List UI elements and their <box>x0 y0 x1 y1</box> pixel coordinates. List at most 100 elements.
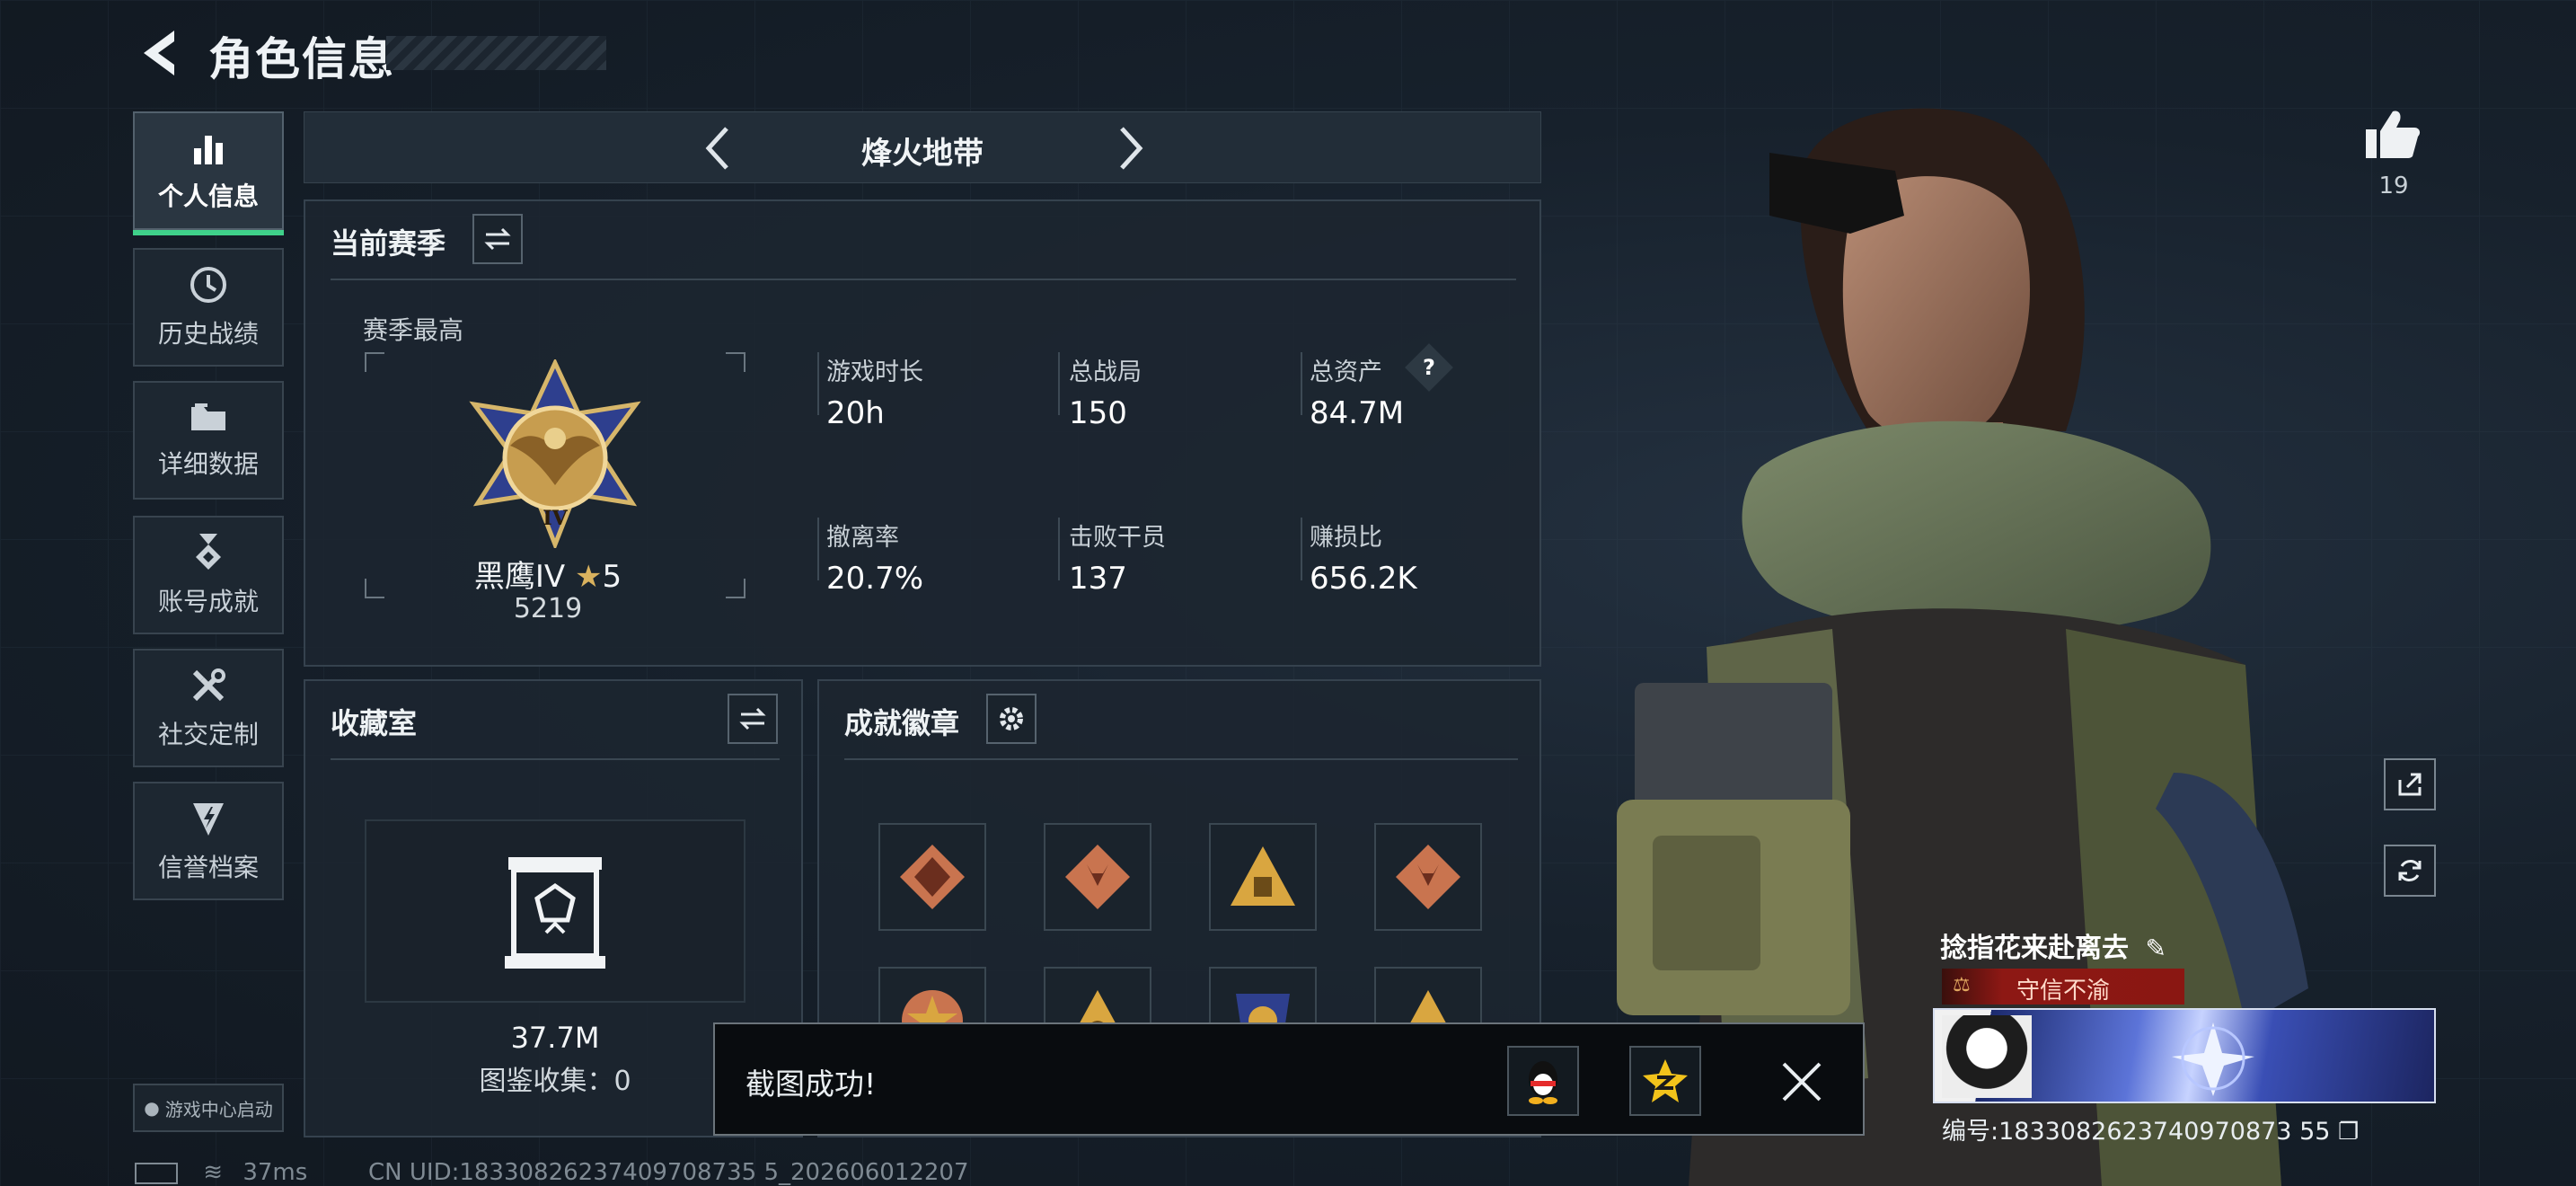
sidebar-item-social[interactable]: 社交定制 <box>133 649 284 767</box>
stat-value: 84.7M <box>1310 395 1405 431</box>
wifi-icon: ≋ <box>203 1159 224 1186</box>
rank-display: 黑鹰IV ★5 <box>341 552 754 596</box>
swap-arrows-icon <box>739 707 766 730</box>
reputation-shield-icon <box>193 803 224 836</box>
like-count: 19 <box>2378 173 2409 199</box>
screenshot-toast: 截图成功! <box>713 1022 1865 1136</box>
player-name-text: 捻指花来赴离去 <box>1940 933 2129 964</box>
history-clock-icon <box>190 267 226 303</box>
share-qq-button[interactable] <box>1507 1046 1579 1116</box>
star-icon: ★ <box>574 559 603 595</box>
stat-value: 137 <box>1069 561 1127 597</box>
edit-pencil-icon[interactable]: ✎ <box>2145 934 2166 963</box>
battery-icon <box>135 1162 178 1184</box>
catalog-count: 0 <box>613 1066 631 1097</box>
share-qzone-button[interactable] <box>1629 1046 1701 1116</box>
sidebar-item-history[interactable]: 历史战绩 <box>133 248 284 367</box>
sidebar-item-details[interactable]: 详细数据 <box>133 381 284 500</box>
profile-uid-text: 编号:1833082623740970873 55 <box>1942 1118 2331 1146</box>
stat-label: 游戏时长 <box>826 358 923 386</box>
badge-slot[interactable] <box>878 823 986 931</box>
stat-value: 150 <box>1069 395 1127 431</box>
profile-banner-card[interactable] <box>1933 1008 2436 1103</box>
toast-message: 截图成功! <box>745 1067 877 1102</box>
stat-label: 撤离率 <box>826 524 899 552</box>
badge-slot[interactable] <box>1374 823 1482 931</box>
season-panel: 当前赛季 赛季最高 IV 黑鹰IV ★5 5219 游戏时长 20h 总战局 1… <box>304 199 1541 667</box>
sidebar-item-label: 详细数据 <box>157 449 259 479</box>
rank-score: 5219 <box>513 593 583 624</box>
wolf-badge-icon <box>1065 845 1130 909</box>
page-title: 角色信息 <box>208 33 395 85</box>
stat-divider <box>1301 518 1302 580</box>
ping-value: 37ms <box>243 1159 308 1186</box>
divider <box>331 758 780 760</box>
season-switch-button[interactable] <box>472 214 523 264</box>
rank-emblem-icon: IV <box>469 359 641 548</box>
sidebar-item-achievements[interactable]: 账号成就 <box>133 516 284 634</box>
frame-corner <box>365 352 384 372</box>
medal-icon <box>196 534 221 570</box>
active-indicator <box>133 230 284 235</box>
share-button[interactable] <box>2384 758 2436 810</box>
badges-settings-button[interactable] <box>986 694 1037 744</box>
sidebar-item-label: 个人信息 <box>157 181 259 211</box>
banner-art <box>2172 1022 2254 1096</box>
copy-icon[interactable]: ❐ <box>2338 1119 2359 1146</box>
divider <box>844 758 1518 760</box>
tools-icon <box>192 668 225 702</box>
help-icon: ? <box>1423 354 1435 380</box>
player-name: 捻指花来赴离去 ✎ <box>1940 925 2166 965</box>
rank-stars: 5 <box>602 559 622 595</box>
title-decoration <box>386 36 606 70</box>
stat-divider <box>817 518 819 580</box>
mode-next-arrow-icon[interactable] <box>1113 123 1149 173</box>
divider <box>331 279 1516 280</box>
mode-title: 烽火地带 <box>861 136 984 172</box>
collection-switch-button[interactable] <box>728 694 778 744</box>
bell-icon: ● <box>144 1097 160 1119</box>
sidebar-item-label: 信誉档案 <box>157 853 259 882</box>
gear-icon <box>1000 707 1023 730</box>
stat-divider <box>817 352 819 415</box>
badge-slot[interactable] <box>1209 823 1317 931</box>
stat-label: 赚损比 <box>1310 524 1382 552</box>
stat-label: 总资产 <box>1310 358 1382 386</box>
profile-uid: 编号:1833082623740970873 55 ❐ <box>1942 1111 2359 1146</box>
refresh-icon <box>2398 860 2422 881</box>
stat-value: 20h <box>826 395 885 431</box>
catalog-label: 图鉴收集： <box>479 1066 614 1097</box>
swap-arrows-icon <box>484 227 511 251</box>
dragon-badge-icon <box>900 845 965 909</box>
sidebar-item-label: 社交定制 <box>157 720 259 749</box>
svg-text:IV: IV <box>543 507 568 530</box>
sidebar-item-label: 历史战绩 <box>157 319 259 349</box>
sidebar-item-personal-info[interactable]: 个人信息 <box>133 111 284 235</box>
vault-display-case-icon <box>505 857 605 969</box>
close-icon[interactable] <box>1778 1058 1825 1105</box>
sidebar-item-reputation[interactable]: 信誉档案 <box>133 782 284 900</box>
stat-divider <box>1301 352 1302 415</box>
stat-label: 击败干员 <box>1069 524 1166 552</box>
folder-icon <box>191 403 225 430</box>
refresh-button[interactable] <box>2384 845 2436 897</box>
stat-value: 656.2K <box>1310 561 1417 597</box>
honor-title-plate: ⚖ 守信不渝 <box>1942 969 2184 1005</box>
game-center-launch-button[interactable]: ● 游戏中心启动 <box>133 1084 284 1132</box>
qq-penguin-icon <box>1529 1061 1557 1104</box>
thumbs-up-icon[interactable] <box>2362 106 2422 162</box>
stat-value: 20.7% <box>826 561 924 597</box>
cn-uid: CN UID:18330826237409708735 5_2026060122… <box>368 1159 969 1186</box>
bar-chart-icon <box>194 136 223 164</box>
avatar <box>1942 1015 2032 1098</box>
qzone-star-icon <box>1643 1059 1688 1102</box>
back-arrow-icon[interactable] <box>135 25 183 81</box>
sidebar-item-label: 账号成就 <box>157 587 259 616</box>
badge-slot[interactable] <box>1044 823 1151 931</box>
mode-selector: 烽火地带 <box>304 111 1541 183</box>
rank-name: 黑鹰IV <box>473 559 566 595</box>
stat-divider <box>1058 352 1060 415</box>
asset-help-button[interactable]: ? <box>1405 343 1453 392</box>
frame-corner <box>726 352 745 372</box>
triangle-badge-icon <box>1231 846 1295 906</box>
